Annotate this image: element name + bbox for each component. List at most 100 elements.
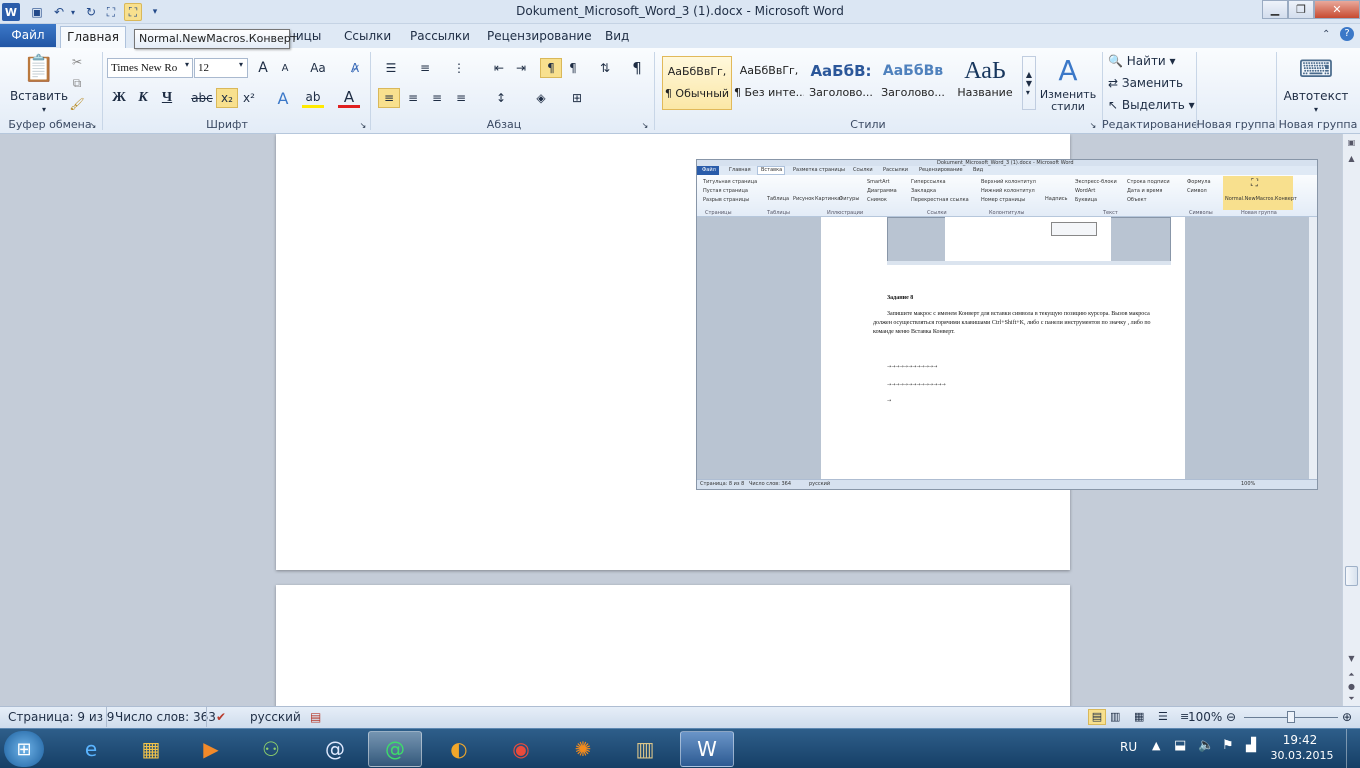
maximize-button[interactable]: ❐ [1288,0,1314,19]
bold-button[interactable]: Ж [108,88,130,108]
start-button[interactable]: ⊞ [4,731,44,767]
icq-icon[interactable]: @ [368,731,422,767]
zoom-out-icon[interactable]: ⊖ [1226,710,1236,724]
language-indicator[interactable]: RU [1120,740,1137,754]
text-direction-rtl-icon[interactable]: ¶ [562,58,584,78]
macro-konvert-icon[interactable]: ⛶ [124,3,142,21]
paragraph-launcher-icon[interactable]: ↘ [640,120,650,130]
styles-scroll[interactable]: ▲ ▼ ▾ [1022,56,1036,110]
show-desktop-button[interactable] [1346,729,1360,768]
change-case-button[interactable]: Aa [304,58,332,78]
ie-icon[interactable]: e [64,731,118,767]
page-9[interactable] [276,585,1070,706]
volume-icon[interactable]: 🔈 [1198,738,1214,753]
chrome-icon[interactable]: ◉ [494,731,548,767]
flag-icon[interactable]: ⚑ [1222,738,1234,753]
font-size-dropdown-icon[interactable]: ▾ [236,60,246,69]
macro-icon[interactable]: ⛶ [102,3,120,21]
avast-icon[interactable]: ✺ [556,731,610,767]
line-spacing-icon[interactable]: ↕ [490,88,512,108]
undo-icon[interactable]: ↶ [50,3,68,21]
tab-file[interactable]: Файл [0,24,56,47]
next-page-icon[interactable]: ⏷ [1345,694,1358,704]
tab-view[interactable]: Вид [595,27,639,48]
style-heading-2[interactable]: АаБбВв Заголово... [878,56,948,110]
word-logo-icon[interactable]: W [2,3,20,21]
grow-font-button[interactable]: A [252,58,274,78]
decrease-indent-icon[interactable]: ⇤ [488,58,510,78]
scroll-down-icon[interactable]: ▼ [1345,654,1358,666]
align-right-icon[interactable]: ≡ [426,88,448,108]
find-button[interactable]: 🔍 Найти ▾ [1108,52,1198,70]
archiver-icon[interactable]: ▥ [618,731,672,767]
clock-date[interactable]: 30.03.2015 [1270,749,1334,762]
status-page[interactable]: Страница: 9 из 9 [8,710,114,724]
help-icon[interactable]: ? [1340,27,1354,41]
tab-mailings[interactable]: Рассылки [400,27,480,48]
web-layout-icon[interactable]: ▦ [1134,710,1144,723]
styles-launcher-icon[interactable]: ↘ [1088,120,1098,130]
undo-dropdown-icon[interactable]: ▾ [68,3,78,21]
font-color-icon[interactable]: A [338,88,360,108]
macro-record-icon[interactable]: ▤ [310,710,321,724]
cut-icon[interactable]: ✂ [66,52,88,72]
borders-icon[interactable]: ⊞ [566,88,588,108]
italic-button[interactable]: К [132,88,154,108]
sort-icon[interactable]: ⇅ [594,58,616,78]
redo-icon[interactable]: ↻ [82,3,100,21]
superscript-button[interactable]: x² [238,88,260,108]
explorer-icon[interactable]: ▦ [124,731,178,767]
tab-references[interactable]: Ссылки [334,27,401,48]
zoom-level[interactable]: 100% [1188,710,1222,724]
print-layout-icon[interactable]: ▤ [1088,709,1106,725]
autotext-dropdown-icon[interactable]: ▾ [1310,104,1322,114]
style-heading-1[interactable]: АаБбВ: Заголово... [806,56,876,110]
status-language[interactable]: русский [250,710,301,724]
mail-agent-icon[interactable]: @ [308,731,362,767]
tab-review[interactable]: Рецензирование [477,27,602,48]
copy-icon[interactable]: ⧉ [66,73,88,93]
format-painter-icon[interactable]: 🖌 [66,94,88,114]
highlight-icon[interactable]: ab [302,88,324,108]
change-styles-button[interactable]: Изменить стили [1036,88,1100,114]
page-8[interactable]: Dokument_Microsoft_Word_3 (1).docx - Mic… [276,134,1318,570]
spellcheck-icon[interactable]: ✔ [216,710,226,724]
tray-arrow-icon[interactable]: ▲ [1152,739,1160,752]
autotext-button[interactable]: Автотекст [1282,88,1350,104]
save-icon[interactable]: ▣ [28,3,46,21]
text-effects-icon[interactable]: A [272,88,294,108]
vertical-scrollbar[interactable]: ▣ ▲ ▼ ⏶ ● ⏷ [1342,134,1360,706]
underline-button[interactable]: Ч [156,88,178,108]
select-button[interactable]: ↖ Выделить ▾ [1108,96,1198,114]
scroll-up-icon[interactable]: ▲ [1345,154,1358,166]
align-center-icon[interactable]: ≡ [402,88,424,108]
app-icon[interactable]: ◐ [432,731,486,767]
style-no-spacing[interactable]: АаБбВвГг, ¶ Без инте... [734,56,804,110]
minimize-ribbon-icon[interactable]: ⌃ [1322,29,1330,40]
style-title[interactable]: АаЬ Название [950,56,1020,110]
tray-app-icon[interactable]: ⬓ [1174,738,1186,753]
increase-indent-icon[interactable]: ⇥ [510,58,532,78]
document-area[interactable]: Dokument_Microsoft_Word_3 (1).docx - Mic… [0,134,1342,706]
subscript-button[interactable]: x₂ [216,88,238,108]
show-formatting-icon[interactable]: ¶ [626,58,648,78]
zoom-slider-thumb[interactable] [1287,711,1295,723]
signal-icon[interactable]: ▟ [1246,738,1256,753]
autotext-icon[interactable]: ⌨ [1296,52,1336,86]
numbering-icon[interactable]: ≡ [414,58,436,78]
font-launcher-icon[interactable]: ↘ [358,120,368,130]
change-styles-icon[interactable]: A [1044,52,1092,88]
media-player-icon[interactable]: ▶ [184,731,238,767]
shrink-font-button[interactable]: A [274,58,296,78]
clock-time[interactable]: 19:42 [1270,733,1330,747]
align-left-icon[interactable]: ≡ [378,88,400,108]
strikethrough-button[interactable]: abc [190,88,214,108]
font-name-combo[interactable]: Times New Ro [107,58,193,78]
word-taskbar-icon[interactable]: W [680,731,734,767]
ruler-toggle-icon[interactable]: ▣ [1345,138,1358,150]
status-words[interactable]: Число слов: 363 [115,710,216,724]
shading-icon[interactable]: ◈ [530,88,552,108]
text-direction-ltr-icon[interactable]: ¶ [540,58,562,78]
customize-toolbar-icon[interactable]: ▾ [148,3,162,21]
multilevel-list-icon[interactable]: ⋮ [448,58,470,78]
